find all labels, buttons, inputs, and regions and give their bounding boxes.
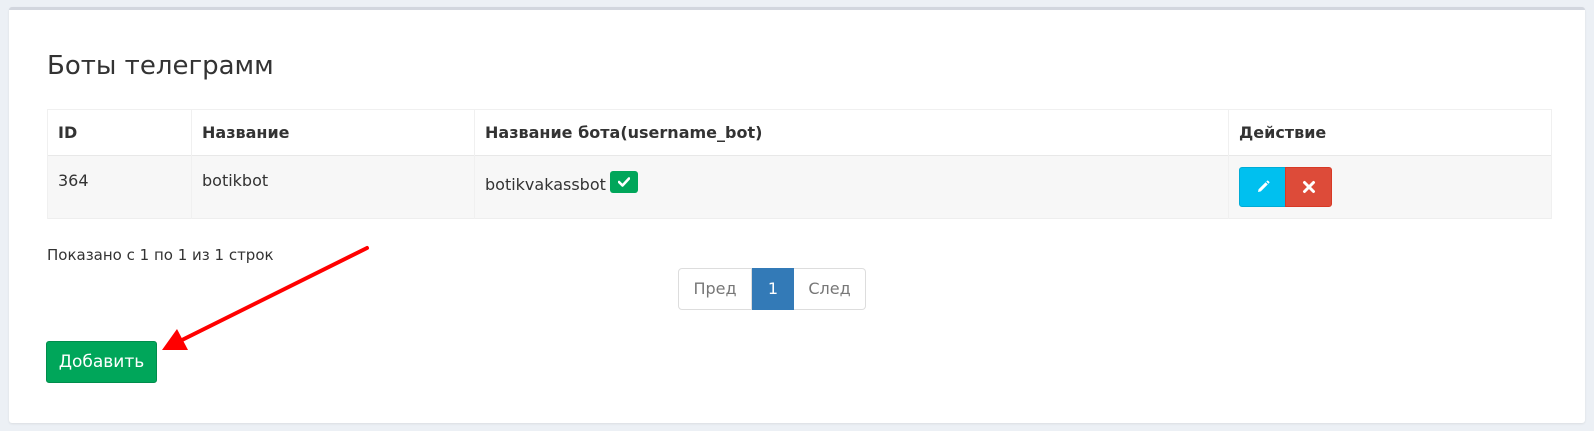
- times-icon: [1302, 181, 1315, 193]
- bots-panel: Боты телеграмм ID Название Название бота…: [9, 7, 1585, 423]
- column-header-id[interactable]: ID: [47, 109, 192, 156]
- column-header-name[interactable]: Название: [191, 109, 475, 156]
- column-header-username-bot[interactable]: Название бота(username_bot): [474, 109, 1229, 156]
- delete-button[interactable]: [1285, 167, 1332, 207]
- column-header-action: Действие: [1228, 109, 1552, 156]
- add-button[interactable]: Добавить: [46, 341, 157, 383]
- table-header-row: ID Название Название бота(username_bot) …: [47, 109, 1552, 156]
- pagination-next[interactable]: След: [794, 268, 866, 310]
- pagination: Пред 1 След: [678, 268, 866, 310]
- pencil-icon: [1257, 180, 1270, 192]
- page-title: Боты телеграмм: [47, 51, 274, 81]
- username-bot-text: botikvakassbot: [485, 175, 606, 194]
- cell-username-bot: botikvakassbot: [474, 155, 1229, 219]
- pagination-prev[interactable]: Пред: [678, 268, 752, 310]
- table-row: 364 botikbot botikvakassbot: [47, 155, 1552, 219]
- edit-button[interactable]: [1239, 167, 1286, 207]
- rows-info: Показано с 1 по 1 из 1 строк: [47, 246, 274, 264]
- check-icon: [609, 171, 638, 193]
- bots-table: ID Название Название бота(username_bot) …: [47, 109, 1552, 219]
- pagination-page-1[interactable]: 1: [752, 268, 794, 310]
- table-body: 364 botikbot botikvakassbot: [47, 155, 1552, 219]
- cell-name: botikbot: [191, 155, 475, 219]
- cell-actions: [1228, 155, 1552, 219]
- table-header: ID Название Название бота(username_bot) …: [47, 109, 1552, 156]
- cell-id: 364: [47, 155, 192, 219]
